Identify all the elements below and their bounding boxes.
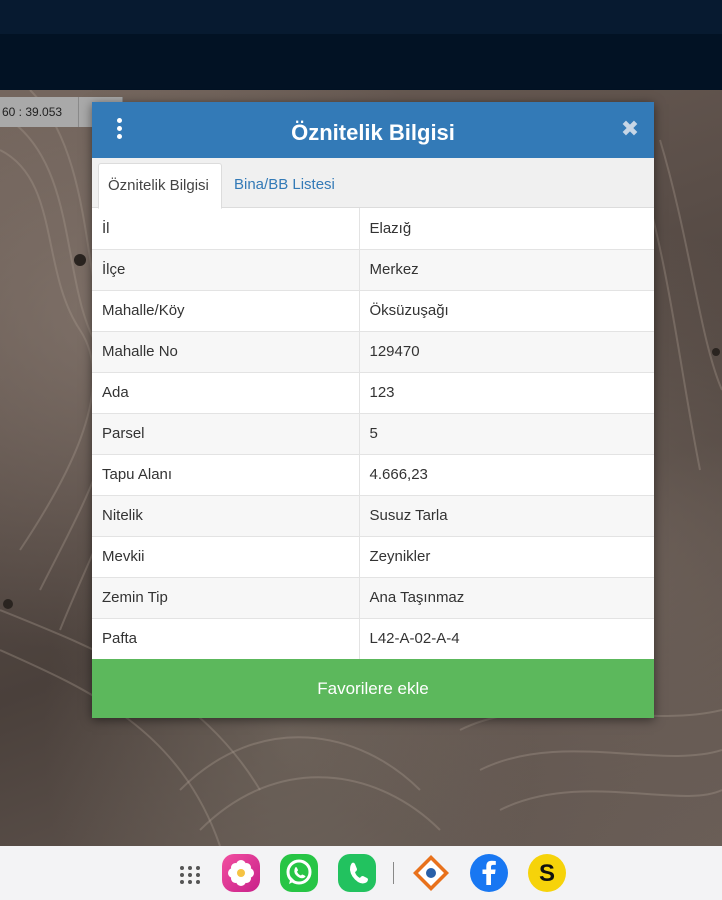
row-key: Zemin Tip (92, 577, 360, 619)
table-row: İlçe Merkez (92, 249, 654, 291)
row-value: 129470 (359, 331, 654, 373)
tab-building-list[interactable]: Bina/BB Listesi (225, 163, 344, 209)
attribute-table: İl Elazığ İlçe Merkez Mahalle/Köy Öksüzuşağ… (92, 208, 654, 660)
gallery-flower-icon[interactable] (222, 854, 260, 892)
svg-text:S: S (539, 860, 555, 887)
dialog-title: Öznitelik Bilgisi (291, 120, 455, 145)
row-key: Mevkii (92, 536, 360, 578)
tkgm-logo-icon[interactable] (412, 854, 450, 892)
row-value: 5 (359, 413, 654, 455)
table-row: Mevkii Zeynikler (92, 536, 654, 578)
status-bar (0, 0, 722, 34)
dock-divider (393, 862, 394, 884)
attribute-dialog: Öznitelik Bilgisi ✖ Öznitelik Bilgisi Bi… (92, 102, 654, 718)
row-key: Pafta (92, 618, 360, 660)
table-row: Nitelik Susuz Tarla (92, 495, 654, 537)
table-row: Pafta L42-A-02-A-4 (92, 618, 654, 660)
row-key: Ada (92, 372, 360, 414)
whatsapp-icon[interactable] (280, 854, 318, 892)
row-value: Zeynikler (359, 536, 654, 578)
apps-grid-icon[interactable] (176, 854, 214, 892)
row-value: Elazığ (359, 208, 654, 250)
facebook-icon[interactable] (470, 854, 508, 892)
row-key: Tapu Alanı (92, 454, 360, 496)
table-row: Parsel 5 (92, 413, 654, 455)
table-row: Mahalle No 129470 (92, 331, 654, 373)
row-key: Mahalle No (92, 331, 360, 373)
row-value: Öksüzuşağı (359, 290, 654, 332)
row-key: İlçe (92, 249, 360, 291)
row-value: Merkez (359, 249, 654, 291)
dialog-header: Öznitelik Bilgisi ✖ (92, 102, 654, 158)
table-row: Zemin Tip Ana Taşınmaz (92, 577, 654, 619)
row-key: Nitelik (92, 495, 360, 537)
row-value: Ana Taşınmaz (359, 577, 654, 619)
tab-attribute-info[interactable]: Öznitelik Bilgisi (98, 163, 222, 209)
s-app-icon[interactable]: S (528, 854, 566, 892)
row-value: 4.666,23 (359, 454, 654, 496)
phone-icon[interactable] (338, 854, 376, 892)
row-value: 123 (359, 372, 654, 414)
table-row: İl Elazığ (92, 208, 654, 250)
add-to-favorites-button[interactable]: Favorilere ekle (92, 659, 654, 718)
app-toolbar (0, 34, 722, 90)
tab-strip: Öznitelik Bilgisi Bina/BB Listesi (92, 158, 654, 209)
row-key: Parsel (92, 413, 360, 455)
table-row: Mahalle/Köy Öksüzuşağı (92, 290, 654, 332)
coordinate-text: 60 : 39.053 (2, 105, 63, 119)
row-key: Mahalle/Köy (92, 290, 360, 332)
table-row: Tapu Alanı 4.666,23 (92, 454, 654, 496)
close-icon[interactable]: ✖ (620, 118, 640, 140)
row-value: Susuz Tarla (359, 495, 654, 537)
row-value: L42-A-02-A-4 (359, 618, 654, 660)
table-row: Ada 123 (92, 372, 654, 414)
row-key: İl (92, 208, 360, 250)
app-dock: S (0, 846, 722, 900)
coordinate-divider (78, 97, 79, 127)
